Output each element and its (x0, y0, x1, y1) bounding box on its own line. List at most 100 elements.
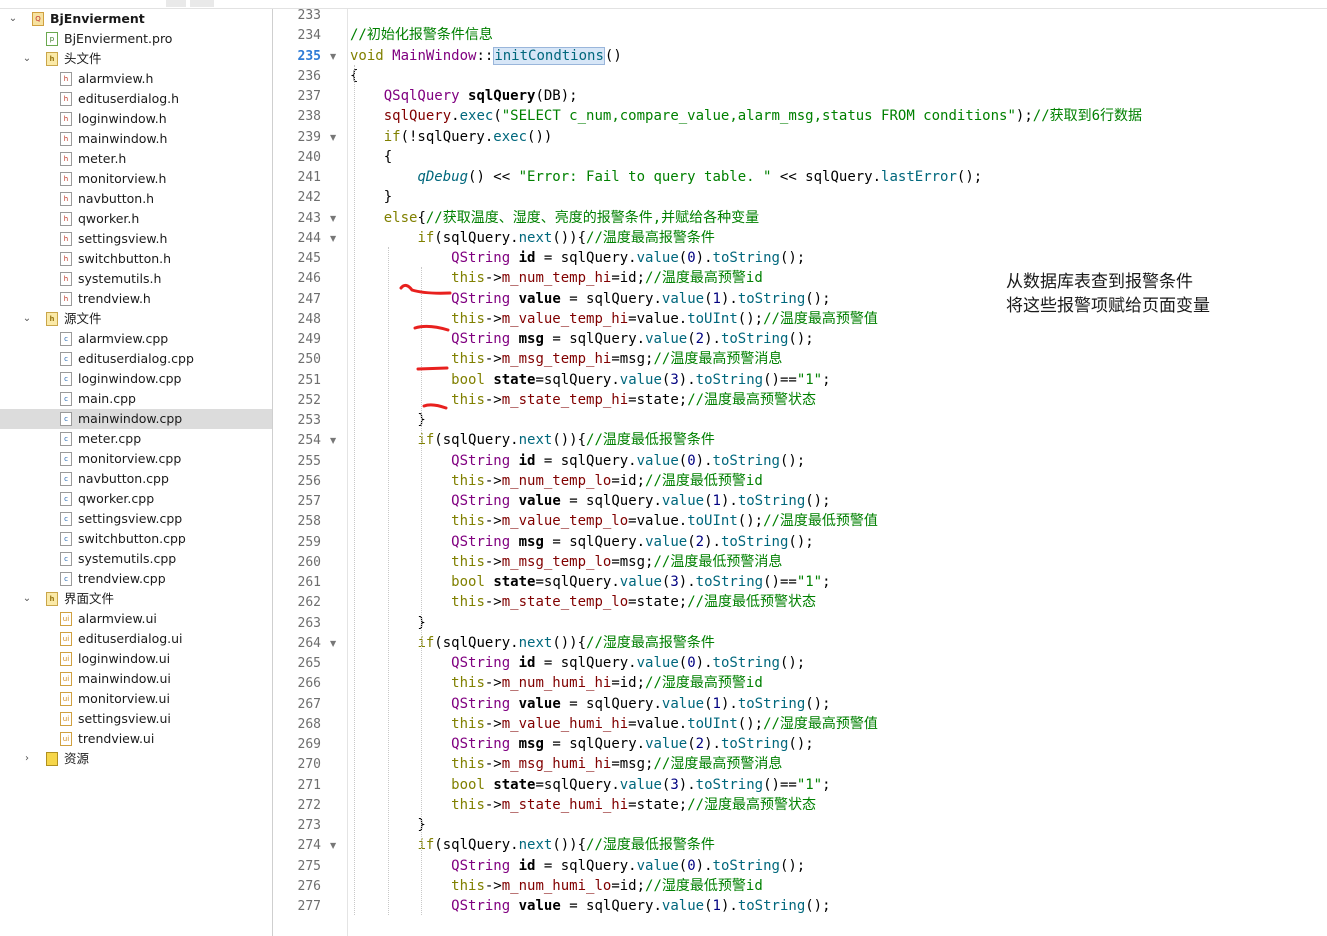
code-line[interactable]: if(!sqlQuery.exec()) (350, 129, 553, 146)
code-line[interactable]: this->m_state_humi_hi=state;//湿度最高预警状态 (350, 797, 816, 814)
code-line[interactable]: QString id = sqlQuery.value(0).toString(… (350, 250, 805, 267)
tree-item[interactable]: ⌄ Q BjEnvierment (0, 9, 272, 29)
tree-item[interactable]: c main.cpp (0, 389, 272, 409)
source-file-icon: c (60, 372, 72, 386)
code-line[interactable]: this->m_msg_temp_lo=msg;//温度最低预警消息 (350, 554, 782, 571)
code-token: value (645, 533, 688, 550)
code-line[interactable]: QString msg = sqlQuery.value(2).toString… (350, 534, 814, 551)
tree-item[interactable]: ui alarmview.ui (0, 609, 272, 629)
code-line[interactable]: QString id = sqlQuery.value(0).toString(… (350, 453, 805, 470)
code-line[interactable]: this->m_num_temp_hi=id;//温度最高预警id (350, 270, 763, 287)
code-line[interactable]: QSqlQuery sqlQuery(DB); (350, 88, 578, 105)
code-line[interactable]: if(sqlQuery.next()){//湿度最低报警条件 (350, 837, 714, 854)
tree-item[interactable]: h meter.h (0, 149, 272, 169)
tree-item[interactable]: ui loginwindow.ui (0, 649, 272, 669)
code-line[interactable]: //初始化报警条件信息 (350, 27, 493, 44)
code-line[interactable]: this->m_num_humi_hi=id;//湿度最高预警id (350, 675, 763, 692)
code-line[interactable]: this->m_state_temp_hi=state;//温度最高预警状态 (350, 392, 816, 409)
code-line[interactable]: qDebug() << "Error: Fail to query table.… (350, 169, 982, 186)
fold-marker-icon[interactable]: ▼ (330, 433, 336, 449)
tree-item[interactable]: c systemutils.cpp (0, 549, 272, 569)
expand-arrow-icon[interactable]: ⌄ (20, 309, 34, 329)
toolbar-button[interactable] (166, 0, 186, 7)
code-token: QSqlQuery (383, 88, 460, 104)
tree-item[interactable]: h trendview.h (0, 289, 272, 309)
tree-item[interactable]: c meter.cpp (0, 429, 272, 449)
fold-marker-icon[interactable]: ▼ (330, 49, 336, 65)
expand-arrow-icon[interactable]: ⌄ (20, 589, 34, 609)
tree-item[interactable]: ui mainwindow.ui (0, 669, 272, 689)
code-editor[interactable]: 233 234 235 ▼ 236 237 238 239 ▼ 240 241 242 243 ▼ 244 ▼… (273, 9, 1327, 936)
fold-marker-icon[interactable]: ▼ (330, 231, 336, 247)
code-line[interactable]: } (350, 189, 392, 206)
code-line[interactable]: { (350, 149, 392, 166)
folder-icon: h (46, 592, 58, 606)
tree-item[interactable]: p BjEnvierment.pro (0, 29, 272, 49)
code-token: value (518, 493, 561, 509)
tree-item[interactable]: ⌄ h 源文件 (0, 309, 272, 329)
collapse-arrow-icon[interactable]: › (20, 749, 34, 769)
code-line[interactable]: QString id = sqlQuery.value(0).toString(… (350, 655, 805, 672)
tree-item[interactable]: h settingsview.h (0, 229, 272, 249)
code-token: m_value_temp_lo (501, 513, 629, 529)
code-line[interactable]: if(sqlQuery.next()){//湿度最高报警条件 (350, 635, 714, 652)
tree-item[interactable]: c monitorview.cpp (0, 449, 272, 469)
code-line[interactable]: this->m_msg_temp_hi=msg;//温度最高预警消息 (350, 351, 782, 368)
tree-item[interactable]: ⌄ h 界面文件 (0, 589, 272, 609)
code-token: ( (678, 655, 688, 671)
code-line[interactable]: void MainWindow::initCondtions() (350, 46, 622, 65)
tree-item[interactable]: c edituserdialog.cpp (0, 349, 272, 369)
tree-item[interactable]: h alarmview.h (0, 69, 272, 89)
tree-item[interactable]: c trendview.cpp (0, 569, 272, 589)
code-line[interactable]: this->m_num_humi_lo=id;//湿度最低预警id (350, 878, 763, 895)
tree-item[interactable]: c navbutton.cpp (0, 469, 272, 489)
code-line[interactable]: this->m_value_temp_lo=value.toUInt();//温… (350, 513, 878, 530)
tree-item[interactable]: h edituserdialog.h (0, 89, 272, 109)
fold-marker-icon[interactable]: ▼ (330, 838, 336, 854)
code-token: next (518, 229, 553, 246)
code-token: this (451, 796, 485, 813)
tree-item[interactable]: c loginwindow.cpp (0, 369, 272, 389)
code-line[interactable]: if(sqlQuery.next()){//温度最高报警条件 (350, 229, 714, 247)
code-line[interactable]: QString id = sqlQuery.value(0).toString(… (350, 858, 805, 875)
code-line[interactable]: QString msg = sqlQuery.value(2).toString… (350, 331, 814, 348)
tree-item[interactable]: ⌄ h 头文件 (0, 49, 272, 69)
tree-item[interactable]: c settingsview.cpp (0, 509, 272, 529)
code-token: toString (712, 250, 780, 266)
code-token: value (661, 493, 705, 509)
tree-item[interactable]: h loginwindow.h (0, 109, 272, 129)
code-token: (); (779, 452, 806, 469)
fold-marker-icon[interactable]: ▼ (330, 130, 336, 146)
code-line[interactable]: QString msg = sqlQuery.value(2).toString… (350, 736, 814, 753)
tree-item[interactable]: ui monitorview.ui (0, 689, 272, 709)
tree-item[interactable]: c alarmview.cpp (0, 329, 272, 349)
tree-item[interactable]: c qworker.cpp (0, 489, 272, 509)
code-line[interactable]: else{//获取温度、湿度、亮度的报警条件,并赋给各种变量 (350, 210, 759, 227)
expand-arrow-icon[interactable]: ⌄ (20, 49, 34, 69)
tree-item[interactable]: h monitorview.h (0, 169, 272, 189)
code-line[interactable]: if(sqlQuery.next()){//温度最低报警条件 (350, 432, 714, 449)
tree-item[interactable]: h switchbutton.h (0, 249, 272, 269)
tree-item[interactable]: › 资源 (0, 749, 272, 769)
tree-item[interactable]: c mainwindow.cpp (0, 409, 272, 429)
toolbar-button[interactable] (190, 0, 214, 7)
code-line[interactable]: this->m_value_humi_hi=value.toUInt();//湿… (350, 716, 878, 733)
tree-item[interactable]: h systemutils.h (0, 269, 272, 289)
fold-marker-icon[interactable]: ▼ (330, 636, 336, 652)
tree-item[interactable]: h mainwindow.h (0, 129, 272, 149)
tree-item[interactable]: c switchbutton.cpp (0, 529, 272, 549)
code-line[interactable]: sqlQuery.exec("SELECT c_num,compare_valu… (350, 108, 1142, 125)
tree-item[interactable]: ui trendview.ui (0, 729, 272, 749)
tree-item[interactable]: h qworker.h (0, 209, 272, 229)
code-line[interactable]: this->m_msg_humi_hi=msg;//湿度最高预警消息 (350, 756, 782, 773)
code-line[interactable]: this->m_value_temp_hi=value.toUInt();//温… (350, 311, 878, 328)
tree-item[interactable]: ui edituserdialog.ui (0, 629, 272, 649)
tree-item[interactable]: h navbutton.h (0, 189, 272, 209)
line-number-gutter: 233 234 235 ▼ 236 237 238 239 ▼ 240 241 242 243 ▼ 244 ▼… (273, 9, 348, 936)
code-line[interactable]: this->m_num_temp_lo=id;//温度最低预警id (350, 473, 763, 490)
code-line[interactable]: this->m_state_temp_lo=state;//温度最低预警状态 (350, 594, 816, 611)
expand-arrow-icon[interactable]: ⌄ (6, 9, 20, 29)
tree-item[interactable]: ui settingsview.ui (0, 709, 272, 729)
fold-marker-icon[interactable]: ▼ (330, 211, 336, 227)
